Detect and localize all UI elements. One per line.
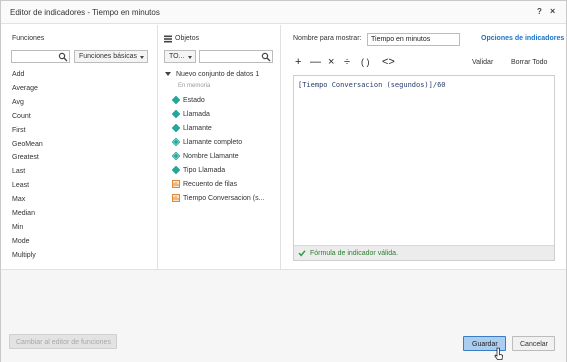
- function-item[interactable]: Greatest: [12, 154, 39, 161]
- dataset-source: En memoria: [178, 83, 211, 89]
- function-item[interactable]: Average: [12, 85, 38, 92]
- function-item[interactable]: Least: [12, 182, 29, 189]
- objects-search-input[interactable]: [199, 50, 273, 63]
- expand-triangle-icon[interactable]: [165, 72, 171, 77]
- metric-icon: [172, 194, 180, 202]
- close-button[interactable]: ×: [550, 6, 555, 16]
- display-name-label: Nombre para mostrar:: [293, 35, 362, 42]
- search-icon[interactable]: [58, 52, 68, 62]
- object-item[interactable]: Nombre Llamante: [171, 151, 239, 161]
- function-item[interactable]: Min: [12, 224, 23, 231]
- object-item[interactable]: Estado: [171, 95, 205, 105]
- function-item[interactable]: Mode: [12, 238, 30, 245]
- minus-operator-button[interactable]: —: [310, 56, 321, 68]
- validation-status-text: Fórmula de indicador válida.: [310, 250, 398, 257]
- function-item[interactable]: Multiply: [12, 252, 36, 259]
- object-filter-dropdown[interactable]: TO...: [164, 50, 196, 63]
- validate-button[interactable]: Validar: [472, 59, 493, 66]
- formula-editor[interactable]: [Tiempo Conversacion (segundos)]/60 Fórm…: [293, 75, 555, 261]
- mouse-cursor-icon: [494, 347, 504, 360]
- functions-panel: Funciones Funciones básicas Add Average Av…: [2, 25, 158, 269]
- attribute-icon: [171, 95, 181, 105]
- multiply-operator-button[interactable]: ×: [328, 56, 334, 68]
- attribute-icon: [171, 123, 181, 133]
- derived-attribute-icon: [171, 137, 181, 147]
- clear-all-button[interactable]: Borrar Todo: [511, 59, 547, 66]
- object-item[interactable]: Tiempo Conversacion (s...: [172, 194, 264, 202]
- object-item[interactable]: Llamante: [171, 123, 212, 133]
- dialog-title: Editor de indicadores - Tiempo en minuto…: [10, 8, 160, 17]
- function-item[interactable]: Median: [12, 210, 35, 217]
- chevron-down-icon: [140, 56, 144, 59]
- parentheses-button[interactable]: ( ): [361, 57, 370, 67]
- dialog-footer: Cambiar al editor de funciones Guardar C…: [1, 269, 566, 362]
- dataset-node[interactable]: Nuevo conjunto de datos 1: [165, 71, 259, 78]
- objects-list-icon: [164, 35, 172, 43]
- object-item-label: Tipo Llamada: [183, 166, 226, 174]
- functions-search-input[interactable]: [11, 50, 70, 63]
- indicator-options-link[interactable]: Opciones de indicadores: [481, 35, 564, 42]
- indicator-editor-dialog: Editor de indicadores - Tiempo en minuto…: [0, 0, 567, 362]
- function-item[interactable]: Count: [12, 113, 31, 120]
- function-item[interactable]: Last: [12, 168, 25, 175]
- display-name-input[interactable]: Tiempo en minutos: [367, 33, 460, 46]
- object-item-label: Tiempo Conversacion (s...: [183, 194, 265, 202]
- chevron-down-icon: [188, 56, 192, 59]
- dataset-label: Nuevo conjunto de datos 1: [175, 71, 260, 78]
- attribute-icon: [171, 165, 181, 175]
- metric-icon: [172, 180, 180, 188]
- title-bar: Editor de indicadores - Tiempo en minuto…: [1, 1, 566, 24]
- function-item[interactable]: Avg: [12, 99, 24, 106]
- formula-text[interactable]: [Tiempo Conversacion (segundos)]/60: [298, 81, 446, 89]
- object-item[interactable]: Llamante completo: [171, 137, 243, 147]
- help-button[interactable]: ?: [537, 7, 542, 16]
- editor-panel: Nombre para mostrar: Tiempo en minutos O…: [281, 25, 566, 269]
- function-item[interactable]: Add: [12, 71, 24, 78]
- function-item[interactable]: First: [12, 127, 26, 134]
- object-item-label: Estado: [183, 96, 205, 104]
- object-item-label: Llamante: [183, 124, 212, 132]
- object-item-label: Recuento de filas: [183, 180, 238, 188]
- object-item-label: Llamada: [183, 110, 210, 118]
- object-item-label: Nombre Llamante: [183, 152, 239, 160]
- object-item[interactable]: Llamada: [171, 109, 210, 119]
- object-item[interactable]: Tipo Llamada: [171, 165, 226, 175]
- function-category-dropdown[interactable]: Funciones básicas: [74, 50, 148, 63]
- divide-operator-button[interactable]: ÷: [344, 56, 350, 68]
- switch-to-function-editor-button[interactable]: Cambiar al editor de funciones: [9, 334, 117, 349]
- object-item-label: Llamante completo: [183, 138, 243, 146]
- validation-status-bar: Fórmula de indicador válida.: [294, 245, 554, 260]
- object-item[interactable]: Recuento de filas: [172, 180, 237, 188]
- compare-operator-button[interactable]: <>: [382, 56, 395, 68]
- functions-header: Funciones: [12, 35, 45, 42]
- attribute-icon: [171, 109, 181, 119]
- function-item[interactable]: Max: [12, 196, 25, 203]
- cancel-button[interactable]: Cancelar: [512, 336, 555, 351]
- plus-operator-button[interactable]: +: [295, 56, 301, 68]
- check-icon: [298, 250, 306, 257]
- derived-attribute-icon: [171, 151, 181, 161]
- function-item[interactable]: GeoMean: [12, 141, 43, 148]
- search-icon[interactable]: [261, 52, 271, 62]
- objects-header: Objetos: [175, 35, 200, 42]
- objects-panel: Objetos TO... Nuevo conjunto de datos 1 …: [158, 25, 281, 269]
